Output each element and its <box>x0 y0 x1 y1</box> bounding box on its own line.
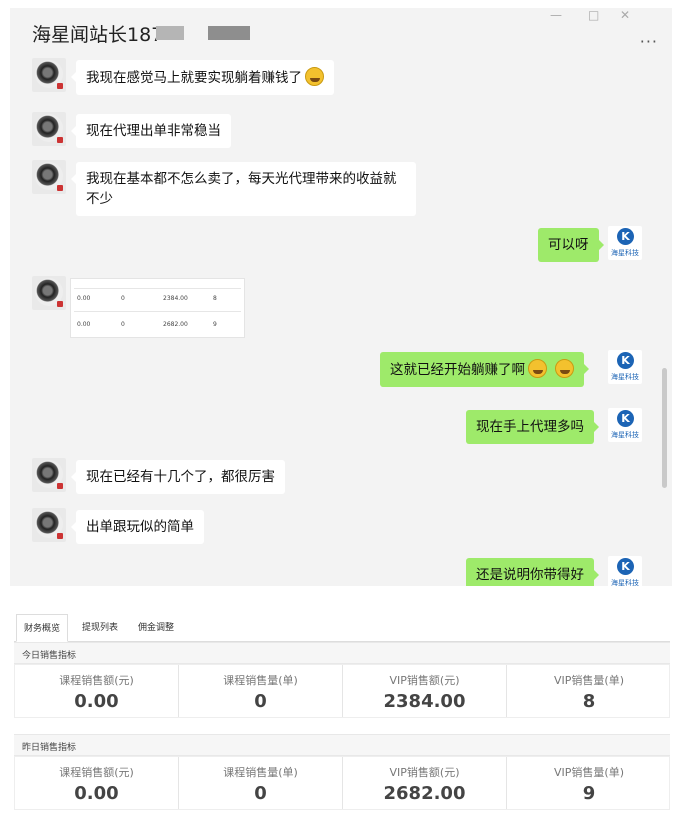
chat-window: 海星闻站长187 — □ ✕ ··· 我现在感觉马上就要实现躺着赚钱了 现在代理… <box>10 8 672 586</box>
message-text: 这就已经开始躺赚了啊 <box>390 362 525 378</box>
stat-value: 0.00 <box>74 783 119 804</box>
stats-row-yesterday: 课程销售额(元) 0.00 课程销售量(单) 0 VIP销售额(元) 2682.… <box>14 756 670 810</box>
stat-value: 2384.00 <box>383 691 466 712</box>
brand-name: 海星科技 <box>611 579 639 586</box>
brand-name: 海星科技 <box>611 431 639 439</box>
message-text: 我现在基本都不怎么卖了，每天光代理带来的收益就不少 <box>86 171 397 207</box>
my-avatar[interactable]: K 海星科技 <box>608 226 642 260</box>
stat-course-sales-count: 课程销售量(单) 0 <box>179 757 343 809</box>
finance-panel: 财务概览 提现列表 佣金调整 今日销售指标 课程销售额(元) 0.00 课程销售… <box>10 608 672 820</box>
brand-name: 海星科技 <box>611 373 639 381</box>
stat-value: 9 <box>582 783 596 804</box>
message-bubble-incoming[interactable]: 现在已经有十几个了，都很厉害 <box>71 460 285 494</box>
finance-tabs: 财务概览 提现列表 佣金调整 <box>14 612 670 642</box>
stats-row-today: 课程销售额(元) 0.00 课程销售量(单) 0 VIP销售额(元) 2384.… <box>14 664 670 718</box>
my-avatar[interactable]: K 海星科技 <box>608 408 642 442</box>
stat-value: 0 <box>254 691 267 712</box>
message-bubble-incoming[interactable]: 出单跟玩似的简单 <box>71 510 204 544</box>
message-text: 出单跟玩似的简单 <box>86 519 194 535</box>
tab-finance-overview[interactable]: 财务概览 <box>16 614 68 642</box>
thumb-value: 8 <box>213 295 217 302</box>
message-text: 可以呀 <box>548 237 589 253</box>
stat-label: 课程销售量(单) <box>223 674 298 687</box>
tab-commission-adjust[interactable]: 佣金调整 <box>130 614 182 642</box>
grin-sweat-emoji-icon <box>555 359 574 378</box>
contact-avatar[interactable] <box>32 58 66 92</box>
stat-label: 课程销售额(元) <box>59 766 134 779</box>
section-header-today: 今日销售指标 <box>14 642 670 664</box>
brand-logo-icon: K <box>617 352 634 369</box>
stat-label: VIP销售额(元) <box>389 766 460 779</box>
contact-avatar[interactable] <box>32 508 66 542</box>
maximize-button[interactable]: □ <box>588 8 599 22</box>
stat-course-sales-count: 课程销售量(单) 0 <box>179 665 343 717</box>
stat-vip-sales-amount: VIP销售额(元) 2384.00 <box>343 665 507 717</box>
shared-screenshot-image[interactable]: 0.00 0 2384.00 8 0.00 0 2682.00 9 <box>70 278 245 338</box>
contact-avatar[interactable] <box>32 276 66 310</box>
contact-avatar[interactable] <box>32 458 66 492</box>
message-bubble-incoming[interactable]: 现在代理出单非常稳当 <box>71 114 231 148</box>
stat-label: VIP销售量(单) <box>554 766 624 779</box>
stat-value: 8 <box>582 691 596 712</box>
stat-value: 2682.00 <box>383 783 466 804</box>
more-options-icon[interactable]: ··· <box>640 32 658 51</box>
minimize-button[interactable]: — <box>550 8 562 22</box>
thumb-divider <box>74 288 241 289</box>
message-bubble-outgoing[interactable]: 现在手上代理多吗 <box>466 410 599 444</box>
message-bubble-outgoing[interactable]: 可以呀 <box>538 228 603 262</box>
message-text: 现在代理出单非常稳当 <box>86 123 221 139</box>
my-avatar[interactable]: K 海星科技 <box>608 556 642 586</box>
message-text: 现在已经有十几个了，都很厉害 <box>86 469 275 485</box>
brand-logo-icon: K <box>617 410 634 427</box>
chat-titlebar: 海星闻站长187 — □ ✕ ··· <box>10 8 672 60</box>
thumb-divider <box>74 311 241 312</box>
message-bubble-outgoing[interactable]: 这就已经开始躺赚了啊 <box>380 352 589 387</box>
message-text: 现在手上代理多吗 <box>476 419 584 435</box>
thumb-value: 0 <box>121 321 125 328</box>
stat-value: 0 <box>254 783 267 804</box>
stat-label: 课程销售额(元) <box>59 674 134 687</box>
section-header-yesterday: 昨日销售指标 <box>14 734 670 756</box>
stat-label: VIP销售额(元) <box>389 674 460 687</box>
thumb-value: 0 <box>121 295 125 302</box>
thumb-value: 2682.00 <box>163 321 188 328</box>
tab-withdraw-list[interactable]: 提现列表 <box>74 614 126 642</box>
brand-logo-icon: K <box>617 558 634 575</box>
message-bubble-incoming[interactable]: 我现在基本都不怎么卖了，每天光代理带来的收益就不少 <box>71 162 416 216</box>
chat-title: 海星闻站长187 <box>32 24 164 46</box>
stat-label: VIP销售量(单) <box>554 674 624 687</box>
contact-avatar[interactable] <box>32 112 66 146</box>
stat-vip-sales-count: VIP销售量(单) 9 <box>507 757 671 809</box>
stat-label: 课程销售量(单) <box>223 766 298 779</box>
thumb-value: 9 <box>213 321 217 328</box>
screenshot-frame: 海星闻站长187 — □ ✕ ··· 我现在感觉马上就要实现躺着赚钱了 现在代理… <box>0 0 680 824</box>
section-title: 今日销售指标 <box>22 651 77 661</box>
message-bubble-outgoing[interactable]: 还是说明你带得好 <box>466 558 599 586</box>
my-avatar[interactable]: K 海星科技 <box>608 350 642 384</box>
stat-vip-sales-amount: VIP销售额(元) 2682.00 <box>343 757 507 809</box>
stat-value: 0.00 <box>74 691 119 712</box>
message-text: 我现在感觉马上就要实现躺着赚钱了 <box>86 70 302 86</box>
grin-sweat-emoji-icon <box>305 67 324 86</box>
thumb-value: 0.00 <box>77 295 91 302</box>
chat-scrollbar[interactable] <box>662 368 667 488</box>
brand-name: 海星科技 <box>611 249 639 257</box>
message-text: 还是说明你带得好 <box>476 567 584 583</box>
redacted-number-block <box>208 26 250 40</box>
close-button[interactable]: ✕ <box>620 8 630 22</box>
grin-sweat-emoji-icon <box>528 359 547 378</box>
stat-vip-sales-count: VIP销售量(单) 8 <box>507 665 671 717</box>
stat-course-sales-amount: 课程销售额(元) 0.00 <box>15 757 179 809</box>
stat-course-sales-amount: 课程销售额(元) 0.00 <box>15 665 179 717</box>
contact-avatar[interactable] <box>32 160 66 194</box>
thumb-value: 0.00 <box>77 321 91 328</box>
thumb-value: 2384.00 <box>163 295 188 302</box>
brand-logo-icon: K <box>617 228 634 245</box>
section-title: 昨日销售指标 <box>22 743 77 753</box>
message-bubble-incoming[interactable]: 我现在感觉马上就要实现躺着赚钱了 <box>71 60 334 95</box>
redacted-number-block <box>156 26 184 40</box>
